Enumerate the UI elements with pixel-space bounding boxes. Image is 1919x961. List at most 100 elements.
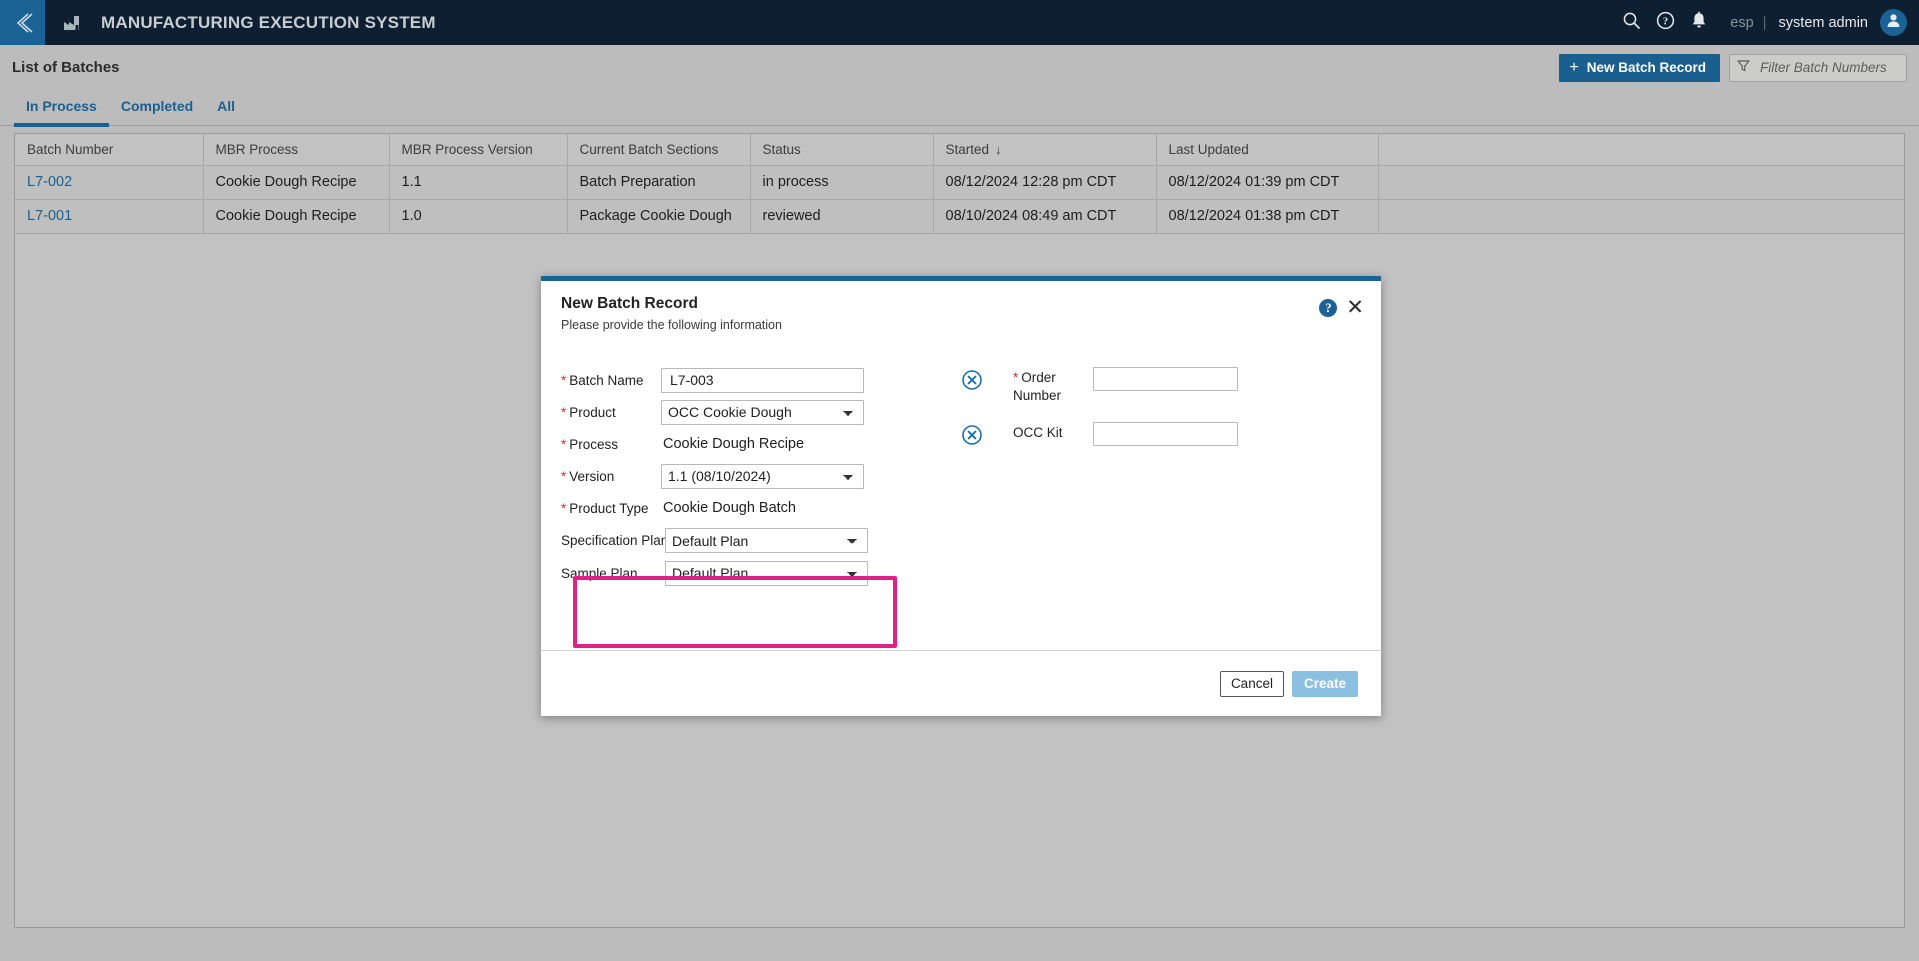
form-right-column: * Order Number OCC Kit [961, 366, 1361, 462]
column-header-mbr-process-version[interactable]: MBR Process Version [389, 134, 568, 166]
circle-x-icon[interactable] [961, 369, 983, 391]
dialog-title: New Batch Record [561, 295, 698, 312]
notifications-button[interactable] [1682, 0, 1716, 45]
avatar[interactable] [1880, 9, 1907, 36]
cell-actions [1378, 199, 1904, 234]
label-product-text: Product [569, 404, 616, 420]
field-row-occ-kit: OCC Kit [961, 421, 1361, 447]
column-header-last-updated[interactable]: Last Updated [1156, 134, 1379, 166]
field-row-order-number: * Order Number [961, 366, 1361, 405]
table-row[interactable]: L7-002 Cookie Dough Recipe 1.1 Batch Pre… [15, 165, 1904, 200]
cell-last-updated: 08/12/2024 01:38 pm CDT [1156, 199, 1379, 234]
field-row-batch-name: * Batch Name [561, 364, 981, 396]
dialog-body: *Batch Name *Product OCC Cookie Dough *P… [541, 343, 1381, 650]
process-value: Cookie Dough Recipe [663, 436, 805, 452]
batch-number-link[interactable]: L7-002 [27, 174, 72, 190]
factory-icon [58, 8, 88, 38]
cell-status: reviewed [750, 199, 934, 234]
new-batch-record-dialog: New Batch Record Please provide the foll… [541, 276, 1381, 716]
page-toolbar: List of Batches + New Batch Record [0, 45, 1919, 90]
column-header-batch-number[interactable]: Batch Number [15, 134, 204, 166]
label-occ-kit: OCC Kit [1013, 425, 1063, 441]
label-order-number: * Order Number [1013, 366, 1093, 405]
cell-batch-number[interactable]: L7-002 [15, 165, 204, 200]
batch-name-input[interactable] [661, 367, 864, 393]
field-row-version: * Version 1.1 (08/10/2024) [561, 460, 981, 492]
cell-current-batch-sections: Package Cookie Dough [567, 199, 751, 234]
required-marker: * [561, 500, 567, 516]
field-row-sample-plan: Sample Plan Default Plan [561, 557, 981, 589]
label-batch-name-text: Batch Name [569, 372, 644, 388]
app-header: MANUFACTURING EXECUTION SYSTEM ? esp | s… [0, 0, 1919, 45]
label-version: * Version [561, 469, 661, 484]
tab-bar: In Process Completed All [0, 90, 1919, 127]
cell-batch-number[interactable]: L7-001 [15, 199, 204, 234]
svg-text:?: ? [1663, 15, 1668, 27]
circle-x-icon[interactable] [961, 424, 983, 446]
cell-mbr-process-version: 1.1 [389, 165, 568, 200]
column-header-started[interactable]: Started ↓ [933, 134, 1157, 166]
label-product-type: * Product Type [561, 501, 661, 516]
filter-input[interactable] [1758, 59, 1899, 76]
dialog-header-actions: ? ✕ [1319, 297, 1364, 318]
batches-table: Batch Number MBR Process MBR Process Ver… [15, 134, 1904, 234]
required-marker: * [561, 436, 567, 452]
table-row[interactable]: L7-001 Cookie Dough Recipe 1.0 Package C… [15, 199, 1904, 234]
column-header-current-batch-sections[interactable]: Current Batch Sections [567, 134, 751, 166]
required-marker: * [561, 372, 567, 388]
order-number-input[interactable] [1093, 367, 1238, 391]
version-select[interactable]: 1.1 (08/10/2024) [661, 463, 864, 489]
tab-completed[interactable]: Completed [109, 90, 205, 127]
new-batch-record-button[interactable]: + New Batch Record [1559, 53, 1720, 82]
required-marker: * [1013, 370, 1019, 385]
label-process-text: Process [569, 436, 619, 452]
chevron-left-icon [12, 11, 34, 35]
cell-actions [1378, 165, 1904, 200]
required-marker: * [561, 404, 567, 420]
label-specification-plan: Specification Plan [561, 533, 669, 548]
funnel-icon [1737, 59, 1750, 77]
create-button[interactable]: Create [1291, 670, 1358, 697]
column-header-status[interactable]: Status [750, 134, 934, 166]
close-icon[interactable]: ✕ [1346, 297, 1364, 318]
search-icon [1622, 11, 1641, 35]
column-header-actions [1378, 134, 1904, 166]
app-title: MANUFACTURING EXECUTION SYSTEM [101, 12, 436, 32]
column-header-started-label: Started [945, 141, 990, 157]
dialog-header: New Batch Record Please provide the foll… [541, 281, 1381, 343]
field-row-product-type: * Product Type Cookie Dough Batch [561, 492, 981, 524]
language-selector[interactable]: esp [1716, 15, 1762, 31]
required-marker: * [561, 468, 567, 484]
batch-number-link[interactable]: L7-001 [27, 208, 72, 224]
cell-started: 08/12/2024 12:28 pm CDT [933, 165, 1157, 200]
help-button[interactable]: ? [1648, 0, 1682, 45]
sample-plan-select[interactable]: Default Plan [665, 560, 868, 586]
specification-plan-select[interactable]: Default Plan [665, 528, 868, 553]
tab-in-process[interactable]: In Process [14, 90, 109, 127]
dialog-subtitle: Please provide the following information [561, 317, 782, 332]
page-actions: + New Batch Record [1559, 53, 1919, 82]
new-batch-record-label: New Batch Record [1586, 60, 1706, 75]
cancel-button[interactable]: Cancel [1219, 670, 1284, 697]
form-left-column: *Batch Name *Product OCC Cookie Dough *P… [561, 364, 981, 648]
label-product: * Product [561, 405, 661, 420]
filter-batch-numbers[interactable] [1729, 53, 1907, 82]
label-process: * Process [561, 437, 661, 452]
label-order-number-text: Order Number [1013, 370, 1062, 404]
cell-mbr-process-version: 1.0 [389, 199, 568, 234]
sort-descending-icon: ↓ [995, 141, 1002, 157]
product-select[interactable]: OCC Cookie Dough [661, 399, 864, 425]
cell-status: in process [750, 165, 934, 200]
user-name: system admin [1778, 14, 1868, 31]
column-header-mbr-process[interactable]: MBR Process [203, 134, 390, 166]
product-type-value: Cookie Dough Batch [663, 500, 796, 516]
user-avatar-icon [1885, 12, 1902, 34]
occ-kit-input[interactable] [1093, 422, 1238, 447]
help-circle-icon[interactable]: ? [1319, 298, 1338, 317]
back-button[interactable] [0, 0, 45, 45]
tab-all[interactable]: All [205, 90, 247, 127]
help-circle-icon: ? [1656, 11, 1675, 35]
header-actions: ? esp | system admin [1614, 0, 1919, 45]
cell-current-batch-sections: Batch Preparation [567, 165, 751, 200]
search-button[interactable] [1614, 0, 1648, 45]
